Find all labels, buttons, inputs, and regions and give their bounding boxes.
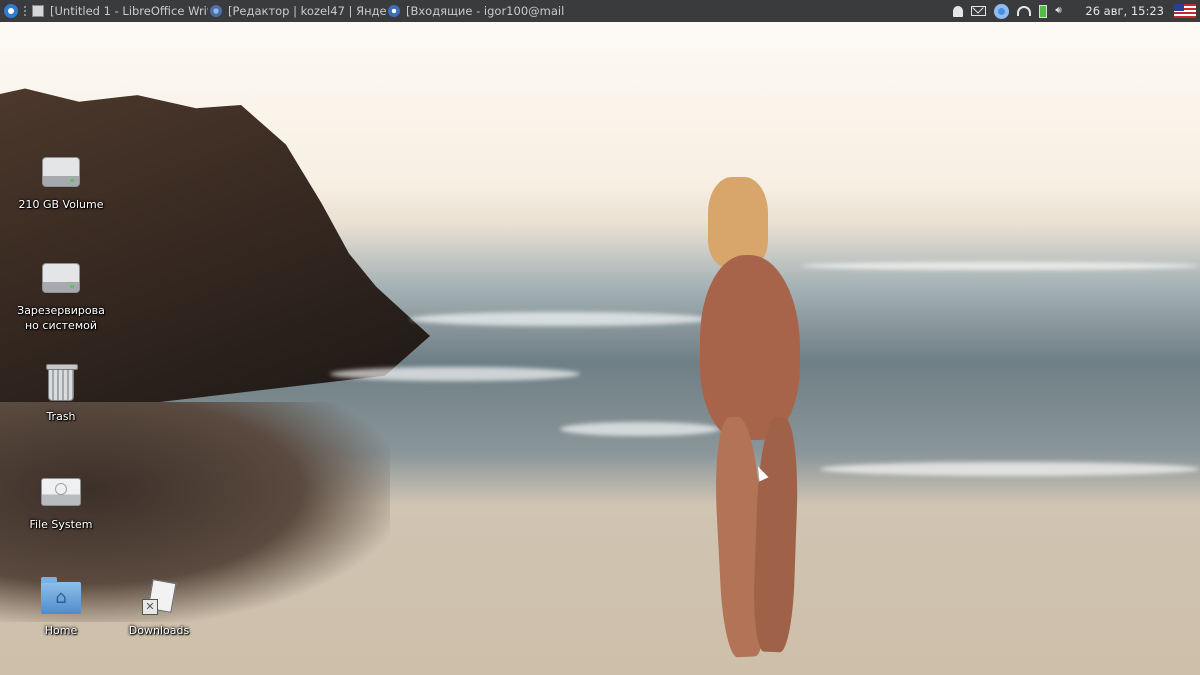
taskbar-item-mail-inbox[interactable]: [Входящие - igor100@mail.r... [388, 0, 564, 22]
filesystem-icon [41, 478, 81, 506]
wallpaper-person [690, 177, 850, 675]
home-folder-icon [41, 577, 81, 614]
desktop-icon-downloads[interactable]: ✕ Downloads [111, 578, 207, 638]
desktop-icon-reserved-by-system[interactable]: Зарезервирова но системой [13, 258, 109, 333]
taskbar-item-label: [Untitled 1 - LibreOffice Writ... [50, 4, 208, 18]
downloads-icon: ✕ [142, 579, 177, 615]
taskbar-item-label: [Редактор | kozel47 | Янде... [228, 4, 386, 18]
taskbar-item-libreoffice[interactable]: [Untitled 1 - LibreOffice Writ... [32, 0, 208, 22]
document-icon [32, 5, 44, 17]
desktop-icon-label: Home [44, 624, 78, 637]
desktop-icon-trash[interactable]: Trash [13, 364, 109, 424]
desktop-icon-210gb-volume[interactable]: 210 GB Volume [13, 152, 109, 212]
top-panel: [Untitled 1 - LibreOffice Writ... [Редак… [0, 0, 1200, 22]
wallpaper-rock [0, 88, 430, 402]
chrome-icon[interactable] [994, 3, 1010, 19]
desktop-icon-home[interactable]: Home [13, 577, 109, 638]
us-flag-icon[interactable] [1174, 4, 1196, 18]
browser-icon [210, 5, 222, 17]
bell-icon[interactable] [953, 5, 964, 17]
panel-separator [24, 6, 26, 16]
wifi-icon[interactable] [1017, 6, 1032, 16]
desktop-icon-label: Trash [46, 410, 76, 423]
wallpaper-wave [410, 312, 710, 326]
mail-icon[interactable] [971, 6, 987, 16]
trash-icon [46, 364, 78, 401]
system-tray: 🔊︎ 26 авг, 15:23 [945, 0, 1200, 22]
taskbar-item-yandex-editor[interactable]: [Редактор | kozel47 | Янде... [210, 0, 386, 22]
whisker-menu-icon[interactable] [4, 4, 18, 18]
drive-icon [42, 157, 80, 187]
desktop-icon-label: Downloads [128, 624, 190, 637]
desktop-icon-file-system[interactable]: File System [13, 472, 109, 532]
desktop-icon-label: 210 GB Volume [18, 198, 104, 211]
battery-icon[interactable] [1039, 4, 1048, 18]
desktop-icon-label: File System [29, 518, 93, 531]
wallpaper-wave [800, 262, 1200, 270]
drive-icon [42, 263, 80, 293]
browser-icon [388, 5, 400, 17]
taskbar-item-label: [Входящие - igor100@mail.r... [406, 4, 564, 18]
wallpaper-wave [820, 462, 1200, 476]
desktop-icon-label: Зарезервирова но системой [17, 304, 105, 332]
wallpaper-wave [330, 367, 580, 381]
clock[interactable]: 26 авг, 15:23 [1085, 4, 1164, 18]
volume-icon[interactable]: 🔊︎ [1055, 6, 1067, 16]
